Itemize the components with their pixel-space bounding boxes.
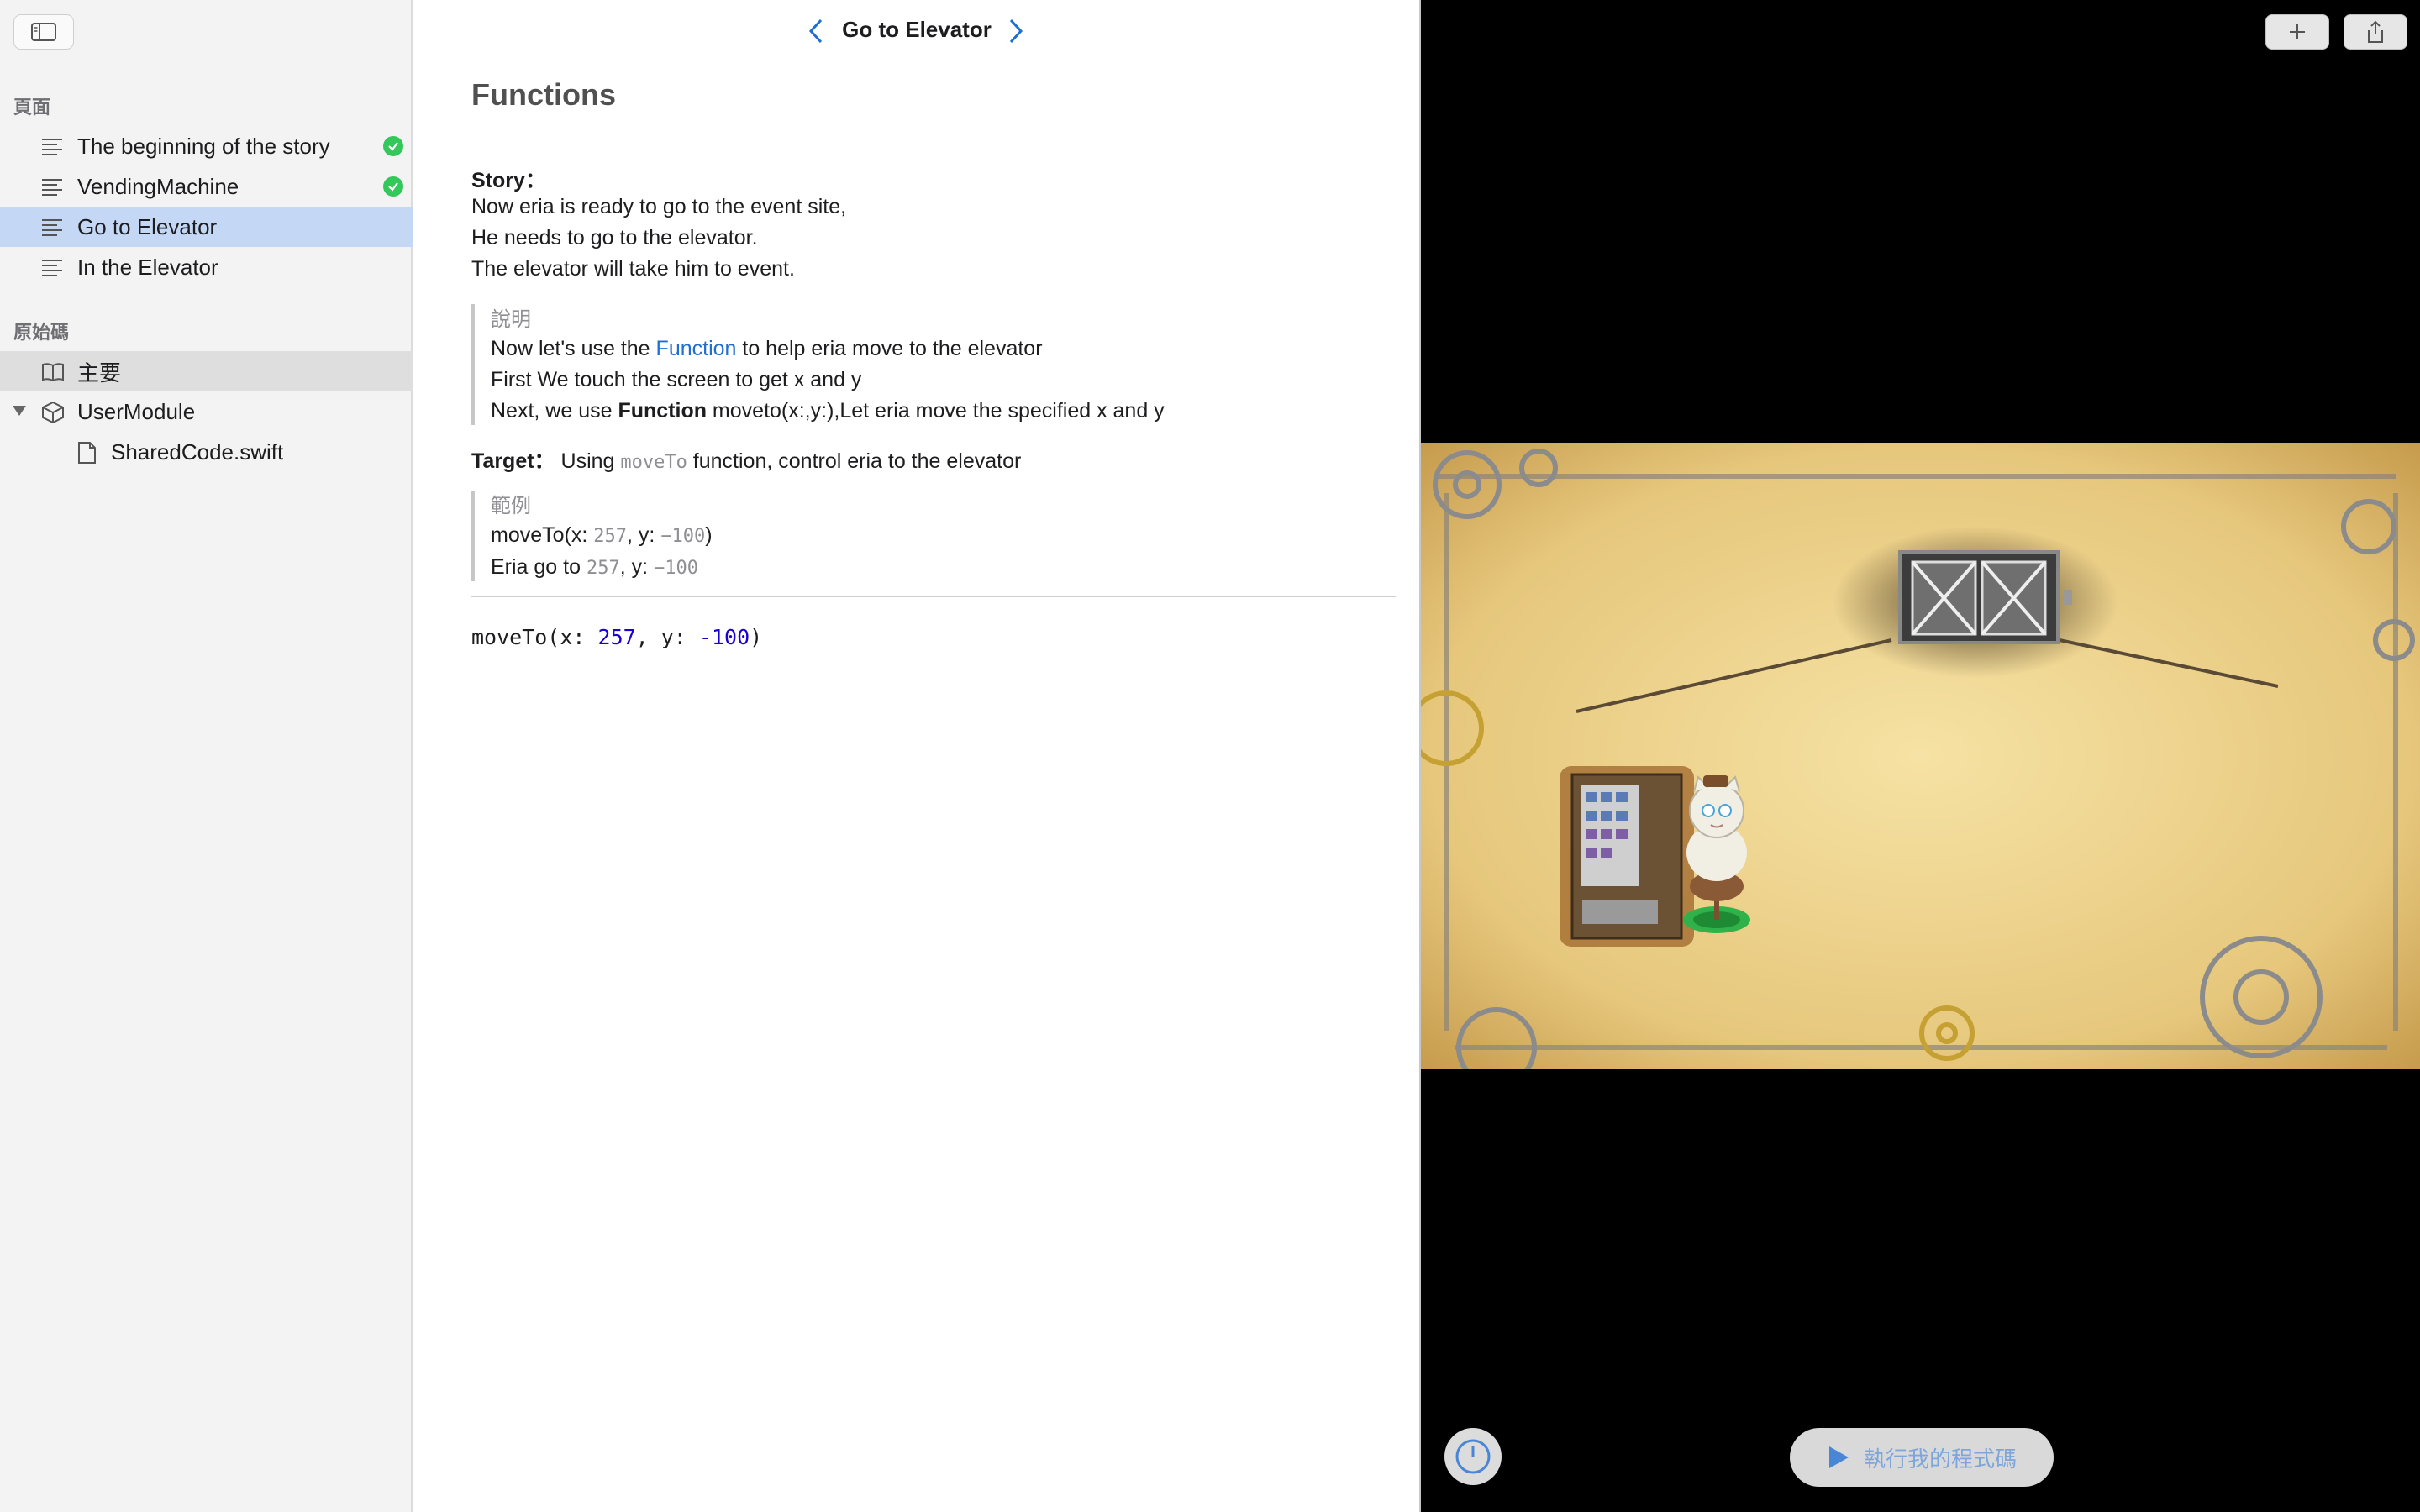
text: Eria go to bbox=[491, 555, 587, 579]
completed-check-icon bbox=[383, 176, 403, 197]
run-button-label: 執行我的程式碼 bbox=[1863, 1446, 2017, 1472]
inline-code: 257 bbox=[593, 526, 628, 547]
target-line: Target： Using moveTo function, control e… bbox=[471, 444, 1021, 475]
chevron-right-icon bbox=[1009, 18, 1023, 44]
sidebar-toggle-button[interactable] bbox=[13, 14, 74, 50]
text: moveto(x:,y:),Let eria move the specifie… bbox=[706, 399, 1165, 423]
explain-callout-bar bbox=[471, 304, 475, 425]
sidebar-item-label: 主要 bbox=[77, 360, 122, 386]
text: function, control eria to the elevator bbox=[687, 449, 1022, 473]
module-box-icon bbox=[42, 402, 64, 423]
text: ) bbox=[705, 523, 713, 547]
sidebar: 頁面 The beginning of the story VendingMac… bbox=[0, 0, 413, 1512]
example-line: Eria go to 257, y: −100 bbox=[491, 555, 698, 580]
text: Now let's use the bbox=[491, 337, 656, 360]
add-button[interactable] bbox=[2265, 14, 2329, 50]
disclosure-triangle-icon[interactable] bbox=[12, 404, 27, 417]
sidebar-item-usermodule[interactable]: UserModule bbox=[0, 391, 413, 432]
speed-button[interactable] bbox=[1444, 1428, 1502, 1485]
live-view: 執行我的程式碼 bbox=[1419, 0, 2420, 1512]
text: Next, we use bbox=[491, 399, 618, 423]
example-line: moveTo(x: 257, y: −100) bbox=[491, 523, 713, 548]
share-button[interactable] bbox=[2344, 14, 2407, 50]
page-lines-icon bbox=[42, 219, 62, 236]
sidebar-item-go-to-elevator[interactable]: Go to Elevator bbox=[0, 207, 413, 247]
page-lines-icon bbox=[42, 179, 62, 196]
inline-code: −100 bbox=[654, 558, 698, 579]
elevator[interactable] bbox=[1898, 550, 2072, 644]
text: moveTo(x: bbox=[491, 523, 594, 547]
story-line: The elevator will take him to event. bbox=[471, 257, 795, 281]
content-pane: Go to Elevator Functions Story： Now eria… bbox=[414, 0, 1419, 1512]
sidebar-item-label: In the Elevator bbox=[77, 254, 218, 280]
completed-check-icon bbox=[383, 136, 403, 156]
sidebar-item-label: The beginning of the story bbox=[77, 133, 330, 159]
code-number-token[interactable]: -100 bbox=[699, 625, 750, 649]
text: to help eria move to the elevator bbox=[736, 337, 1043, 360]
pages-section-header: 頁面 bbox=[13, 97, 51, 118]
page-navigation-bar: Go to Elevator bbox=[414, 0, 1419, 62]
sidebar-item-label: VendingMachine bbox=[77, 173, 239, 199]
example-callout-bar bbox=[471, 491, 475, 581]
section-heading: Functions bbox=[471, 77, 616, 112]
example-callout-title: 範例 bbox=[491, 495, 531, 517]
code-token: ) bbox=[750, 625, 763, 649]
speedometer-icon bbox=[1455, 1439, 1491, 1474]
sidebar-item-sharedcode[interactable]: SharedCode.swift bbox=[0, 432, 413, 472]
story-line: He needs to go to the elevator. bbox=[471, 226, 758, 249]
play-icon bbox=[1828, 1446, 1849, 1468]
page-lines-icon bbox=[42, 139, 62, 155]
file-icon bbox=[78, 442, 96, 464]
code-editor[interactable]: moveTo(x: 257, y: -100) bbox=[471, 625, 762, 649]
divider bbox=[471, 596, 1396, 597]
code-token: , y: bbox=[635, 625, 699, 649]
sidebar-item-label: UserModule bbox=[77, 398, 196, 424]
code-token: moveTo(x: bbox=[471, 625, 598, 649]
text: Function bbox=[618, 399, 707, 423]
text: , y: bbox=[619, 555, 654, 579]
book-icon bbox=[42, 363, 64, 382]
page-title: Go to Elevator bbox=[842, 17, 992, 42]
inline-code: −100 bbox=[660, 526, 706, 547]
sidebar-item-main[interactable]: 主要 bbox=[0, 351, 413, 391]
next-page-button[interactable] bbox=[1003, 15, 1028, 47]
story-line: Now eria is ready to go to the event sit… bbox=[471, 195, 847, 218]
sidebar-item-label: SharedCode.swift bbox=[111, 438, 284, 465]
code-number-token[interactable]: 257 bbox=[598, 625, 636, 649]
target-label: Target： bbox=[471, 449, 555, 473]
sidebar-item-label: Go to Elevator bbox=[77, 213, 218, 239]
explain-callout-title: 說明 bbox=[491, 308, 531, 331]
sidebar-item-in-the-elevator[interactable]: In the Elevator bbox=[0, 247, 413, 287]
game-scene[interactable] bbox=[1421, 443, 2420, 1069]
run-my-code-button[interactable]: 執行我的程式碼 bbox=[1790, 1428, 2054, 1487]
sidebar-item-vendingmachine[interactable]: VendingMachine bbox=[0, 166, 413, 207]
sidebar-toggle-icon bbox=[31, 23, 56, 41]
inline-code: moveTo bbox=[620, 452, 687, 473]
source-section-header: 原始碼 bbox=[13, 322, 70, 343]
explain-line: Now let's use the Function to help eria … bbox=[491, 337, 1043, 361]
text: , y: bbox=[627, 523, 661, 547]
explain-line: Next, we use Function moveto(x:,y:),Let … bbox=[491, 399, 1165, 423]
page-lines-icon bbox=[42, 260, 62, 276]
text: Using bbox=[555, 449, 621, 473]
share-icon bbox=[2368, 20, 2383, 43]
explain-line: First We touch the screen to get x and y bbox=[491, 368, 862, 391]
plus-icon bbox=[2290, 24, 2305, 39]
function-link[interactable]: Function bbox=[656, 337, 737, 360]
vending-machine[interactable] bbox=[1560, 766, 1694, 947]
inline-code: 257 bbox=[586, 558, 620, 579]
sidebar-item-beginning[interactable]: The beginning of the story bbox=[0, 126, 413, 166]
story-label: Story： bbox=[471, 169, 546, 192]
